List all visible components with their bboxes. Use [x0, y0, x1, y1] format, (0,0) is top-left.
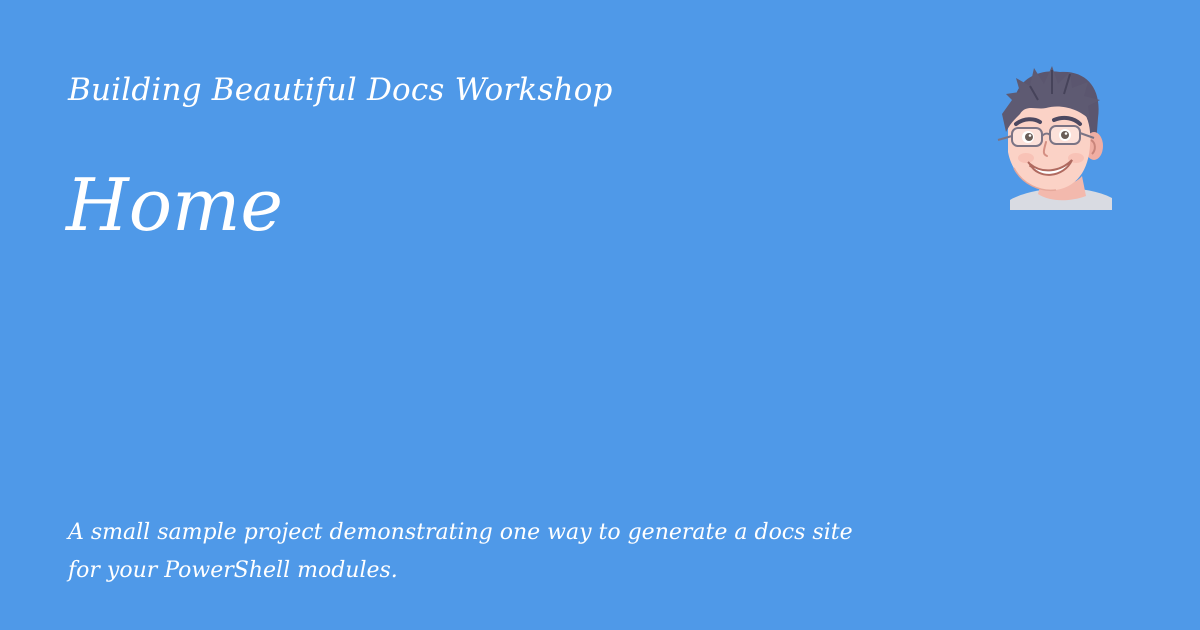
- author-avatar: [990, 60, 1120, 210]
- page-title: Home: [66, 163, 284, 247]
- site-name: Building Beautiful Docs Workshop: [68, 72, 613, 108]
- cartoon-avatar-icon: [997, 66, 1112, 210]
- page-description: A small sample project demonstrating one…: [68, 520, 853, 583]
- social-card: Building Beautiful Docs Workshop Home A …: [0, 0, 1200, 630]
